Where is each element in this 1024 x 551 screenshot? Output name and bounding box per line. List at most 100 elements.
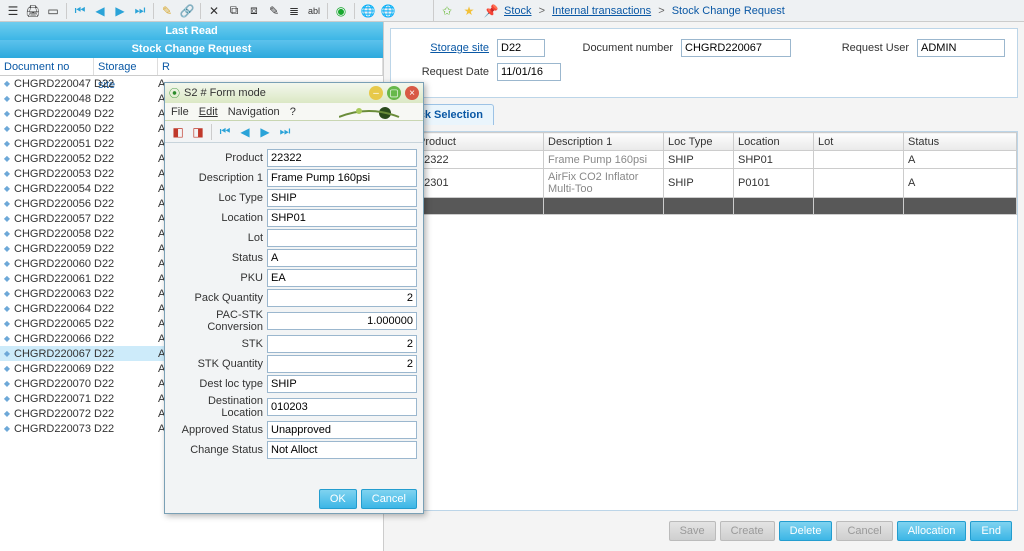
cancel-button[interactable]: Cancel	[836, 521, 892, 541]
globe-2-icon[interactable]: 🌐	[379, 2, 397, 20]
field-desc[interactable]	[267, 169, 417, 187]
col-location[interactable]: Location	[734, 133, 814, 151]
tb-flag-left-icon[interactable]: ◧	[169, 123, 187, 141]
col-document-no[interactable]: Document no	[0, 58, 94, 75]
dialog-titlebar[interactable]: ⦿ S2 # Form mode – ▢ ×	[165, 83, 423, 103]
lbl-changestatus: Change Status	[171, 444, 267, 456]
grid-box: Product Description 1 Loc Type Location …	[390, 131, 1018, 511]
stock-grid: Product Description 1 Loc Type Location …	[391, 132, 1017, 215]
nav-prev-icon[interactable]: ◀	[91, 2, 109, 20]
table-row[interactable]: 3	[392, 198, 1017, 215]
dialog-app-icon: ⦿	[169, 85, 180, 101]
doc-icon[interactable]: ▭	[44, 2, 62, 20]
menu-icon[interactable]: ☰	[4, 2, 22, 20]
tb-nav-prev-icon[interactable]: ◀	[236, 123, 254, 141]
tool-abl-icon[interactable]: abl	[305, 2, 323, 20]
maximize-icon[interactable]: ▢	[387, 86, 401, 100]
field-location[interactable]	[267, 209, 417, 227]
col-product[interactable]: Product	[414, 133, 544, 151]
menu-help[interactable]: ?	[290, 106, 296, 118]
tool-3-icon[interactable]: ⧈	[245, 2, 263, 20]
pin-icon[interactable]: 📌	[482, 2, 500, 20]
go-icon[interactable]: ◉	[332, 2, 350, 20]
dialog-title: S2 # Form mode	[184, 87, 365, 99]
form-mode-dialog: ⦿ S2 # Form mode – ▢ × File Edit Navigat…	[164, 82, 424, 514]
tool-1-icon[interactable]: ✕	[205, 2, 223, 20]
field-lot[interactable]	[267, 229, 417, 247]
tool-4-icon[interactable]: ✎	[265, 2, 283, 20]
field-changestatus[interactable]	[267, 441, 417, 459]
col-status[interactable]: Status	[904, 133, 1017, 151]
menu-edit[interactable]: Edit	[199, 106, 218, 118]
breadcrumb-internal[interactable]: Internal transactions	[552, 5, 651, 17]
dialog-menubar: File Edit Navigation ?	[165, 103, 423, 121]
end-button[interactable]: End	[970, 521, 1012, 541]
field-stk[interactable]	[267, 335, 417, 353]
globe-1-icon[interactable]: 🌐	[359, 2, 377, 20]
field-doc-number[interactable]	[681, 39, 791, 57]
nav-last-icon[interactable]: ⏭	[131, 2, 149, 20]
print-icon[interactable]: 🖨	[24, 2, 42, 20]
col-lot[interactable]: Lot	[814, 133, 904, 151]
field-destloc[interactable]	[267, 398, 417, 416]
tb-nav-last-icon[interactable]: ⏭	[276, 123, 294, 141]
lbl-product: Product	[171, 152, 267, 164]
breadcrumb-page: Stock Change Request	[672, 5, 785, 17]
allocation-button[interactable]: Allocation	[897, 521, 967, 541]
col-loctype[interactable]: Loc Type	[664, 133, 734, 151]
nav-next-icon[interactable]: ▶	[111, 2, 129, 20]
lbl-stk: STK	[171, 338, 267, 350]
field-destloctype[interactable]	[267, 375, 417, 393]
star-outline-icon[interactable]: ✩	[438, 2, 456, 20]
lbl-packqty: Pack Quantity	[171, 292, 267, 304]
lbl-doc-number: Document number	[553, 42, 673, 54]
field-status[interactable]	[267, 249, 417, 267]
tb-nav-first-icon[interactable]: ⏮	[216, 123, 234, 141]
menu-navigation[interactable]: Navigation	[228, 106, 280, 118]
lbl-req-date: Request Date	[403, 66, 489, 78]
field-pacstk[interactable]	[267, 312, 417, 330]
create-button[interactable]: Create	[720, 521, 775, 541]
tool-2-icon[interactable]: ⧉	[225, 2, 243, 20]
field-loctype[interactable]	[267, 189, 417, 207]
tool-5-icon[interactable]: ≣	[285, 2, 303, 20]
star-icon[interactable]: ★	[460, 2, 478, 20]
toolbar-left: ☰ 🖨 ▭ ⏮ ◀ ▶ ⏭ ✎ 🔗 ✕ ⧉ ⧈ ✎ ≣ abl ◉ 🌐 🌐	[0, 0, 434, 21]
lbl-req-user: Request User	[799, 42, 909, 54]
right-pane: Storage site Document number Request Use…	[384, 22, 1024, 551]
field-stkqty[interactable]	[267, 355, 417, 373]
field-pku[interactable]	[267, 269, 417, 287]
tb-nav-next-icon[interactable]: ▶	[256, 123, 274, 141]
dialog-cancel-button[interactable]: Cancel	[361, 489, 417, 509]
field-req-user[interactable]	[917, 39, 1005, 57]
col-desc[interactable]: Description 1	[544, 133, 664, 151]
lbl-stkqty: STK Quantity	[171, 358, 267, 370]
lbl-status: Status	[171, 252, 267, 264]
wand-icon[interactable]: ✎	[158, 2, 176, 20]
dialog-ok-button[interactable]: OK	[319, 489, 357, 509]
lbl-storage-site[interactable]: Storage site	[403, 42, 489, 54]
field-storage-site[interactable]	[497, 39, 545, 57]
minimize-icon[interactable]: –	[369, 86, 383, 100]
table-row[interactable]: 122322Frame Pump 160psiSHIPSHP01A	[392, 151, 1017, 169]
close-icon[interactable]: ×	[405, 86, 419, 100]
field-apprstatus[interactable]	[267, 421, 417, 439]
col-rest[interactable]: R	[158, 58, 383, 75]
breadcrumb-stock[interactable]: Stock	[504, 5, 532, 17]
lbl-desc: Description 1	[171, 172, 267, 184]
header-box: Storage site Document number Request Use…	[390, 28, 1018, 98]
field-req-date[interactable]	[497, 63, 561, 81]
dialog-body: Product Description 1 Loc Type Location …	[165, 143, 423, 485]
lbl-destloctype: Dest loc type	[171, 378, 267, 390]
menu-file[interactable]: File	[171, 106, 189, 118]
tb-flag-right-icon[interactable]: ◨	[189, 123, 207, 141]
dialog-toolbar: ◧ ◨ ⏮ ◀ ▶ ⏭	[165, 121, 423, 143]
nav-first-icon[interactable]: ⏮	[71, 2, 89, 20]
field-packqty[interactable]	[267, 289, 417, 307]
field-product[interactable]	[267, 149, 417, 167]
link-icon[interactable]: 🔗	[178, 2, 196, 20]
save-button[interactable]: Save	[669, 521, 716, 541]
delete-button[interactable]: Delete	[779, 521, 833, 541]
table-row[interactable]: 222301AirFix CO2 Inflator Multi-TooSHIPP…	[392, 169, 1017, 198]
col-storage-site[interactable]: Storage site	[94, 58, 158, 75]
